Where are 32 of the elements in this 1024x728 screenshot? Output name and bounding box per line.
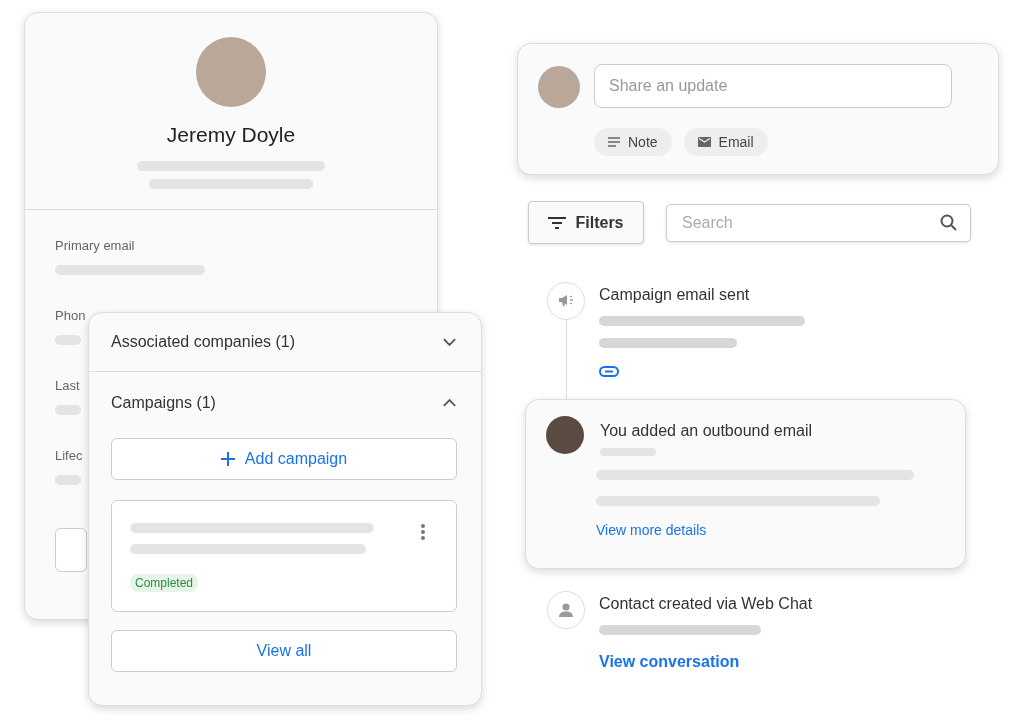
lines-icon bbox=[608, 137, 620, 147]
field-label: Phon bbox=[55, 308, 86, 323]
link-icon[interactable] bbox=[599, 366, 619, 377]
field-label: Last bbox=[55, 378, 80, 393]
section-title: Campaigns (1) bbox=[111, 394, 216, 412]
activity-title: Campaign email sent bbox=[599, 286, 751, 304]
activity-title: Contact created via Web Chat bbox=[599, 595, 813, 613]
filters-button[interactable]: Filters bbox=[528, 201, 644, 244]
view-details-link[interactable]: View more details bbox=[596, 522, 945, 538]
add-campaign-button[interactable]: Add campaign bbox=[111, 438, 457, 480]
chevron-down-icon[interactable] bbox=[442, 337, 457, 347]
action-chip[interactable]: Note bbox=[594, 128, 672, 156]
envelope-icon bbox=[697, 137, 711, 147]
person-icon bbox=[547, 591, 585, 629]
search-icon[interactable] bbox=[940, 213, 957, 231]
plus-icon bbox=[220, 452, 235, 466]
activity-title: You added an outbound email bbox=[600, 422, 813, 440]
status-badge: Completed bbox=[130, 574, 199, 592]
avatar-photo-placeholder bbox=[546, 416, 584, 454]
action-chip[interactable]: Email bbox=[683, 128, 768, 156]
field-label: Primary email bbox=[55, 238, 135, 253]
section-title: Associated companies (1) bbox=[111, 333, 296, 351]
search-field[interactable]: Search bbox=[666, 203, 971, 242]
contact-name: Jeremy Doyle bbox=[166, 123, 296, 147]
chevron-up-icon[interactable] bbox=[442, 398, 457, 408]
filter-icon bbox=[548, 216, 567, 229]
update-input-field[interactable]: Share an update bbox=[594, 64, 952, 108]
view-conversation-link[interactable]: View conversation bbox=[599, 653, 813, 671]
more-options-icon[interactable] bbox=[420, 523, 426, 541]
view-all-button[interactable]: View all bbox=[111, 630, 457, 672]
field-label: Lifec bbox=[55, 448, 83, 463]
avatar-photo-placeholder bbox=[538, 66, 580, 108]
